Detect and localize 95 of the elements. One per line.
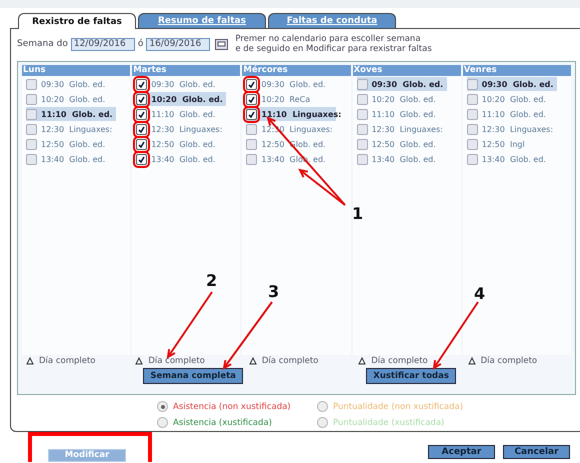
annotation-arrow [432, 301, 479, 370]
checkbox[interactable] [136, 78, 148, 90]
class-slot[interactable]: 09:30 Glob. ed. [356, 77, 447, 91]
class-slot[interactable]: 12:30 Linguaxes: [136, 122, 226, 136]
radio-label: Puntualidade (xustificada) [333, 418, 444, 428]
radio-button[interactable] [317, 401, 328, 412]
class-slot[interactable]: 12:50 Glob. ed. [356, 137, 447, 151]
checkbox[interactable] [246, 94, 258, 104]
date-field[interactable]: 12/09/2016 [70, 38, 135, 50]
callout-number: 3 [268, 282, 280, 301]
full-day-label: Día completo [39, 356, 96, 366]
checkbox[interactable] [26, 108, 37, 120]
day-header: Xoves [352, 65, 461, 76]
full-day-label: Día completo [371, 356, 428, 366]
checkbox[interactable] [356, 138, 368, 150]
date-field[interactable]: 16/09/2016 [146, 38, 210, 50]
checkbox[interactable] [356, 154, 368, 164]
checkbox[interactable] [466, 138, 478, 150]
checkbox[interactable] [466, 124, 478, 134]
action-button[interactable]: Semana completa [143, 368, 243, 384]
checkbox[interactable] [26, 78, 37, 90]
radio-label: Asistencia (xustificada) [173, 418, 272, 428]
class-slot[interactable]: 13:40 Glob. ed. [356, 152, 447, 166]
day-header: Luns [22, 65, 130, 76]
class-slot[interactable]: 10:20 Glob. ed. [136, 92, 226, 106]
checkbox[interactable] [26, 124, 37, 134]
callout-number: 2 [206, 271, 218, 290]
radio-button[interactable] [317, 417, 328, 428]
class-slot[interactable]: 11:10 Glob. ed. [356, 107, 447, 121]
triangle-icon[interactable] [468, 357, 476, 365]
class-slot[interactable]: 12:50 Glob. ed. [136, 137, 226, 151]
checkbox[interactable] [26, 138, 37, 150]
class-slot[interactable]: 11:10 Glob. ed. [26, 107, 116, 121]
class-slot[interactable]: 13:40 Glob. ed. [466, 152, 557, 166]
class-slot[interactable]: 11:10 Glob. ed. [466, 107, 557, 121]
class-slot[interactable]: 12:30 Linguaxes: [466, 122, 557, 136]
checkbox[interactable] [466, 154, 478, 164]
full-day-label: Día completo [262, 356, 318, 366]
full-day-label: Día completo [148, 356, 205, 366]
triangle-icon[interactable] [135, 357, 144, 365]
checkbox[interactable] [246, 138, 258, 150]
separator-text: ó [138, 39, 144, 49]
class-slot[interactable]: 12:30 Linguaxes: [26, 122, 116, 136]
radio-label: Puntualidade (non xustificada) [333, 402, 464, 412]
triangle-icon[interactable] [26, 357, 34, 365]
radio-button[interactable] [157, 401, 168, 412]
checkbox[interactable] [466, 108, 478, 120]
dialog-button[interactable]: Aceptar [428, 445, 495, 459]
day-header: Mércores [242, 65, 351, 76]
checkbox[interactable] [26, 154, 37, 164]
class-slot[interactable]: 13:40 Glob. ed. [26, 152, 116, 166]
checkbox[interactable] [246, 154, 258, 164]
callout-number: 1 [352, 204, 364, 223]
tab[interactable]: Faltas de conduta [268, 13, 396, 28]
class-slot[interactable]: 12:50 Ingl [466, 137, 557, 151]
class-slot[interactable]: 09:30 Glob. ed. [26, 77, 116, 91]
calendar-icon[interactable] [215, 38, 228, 50]
checkbox[interactable] [26, 94, 37, 104]
radio-label: Asistencia (non xustificada) [173, 402, 291, 412]
class-slot[interactable]: 09:30 Glob. ed. [246, 77, 336, 91]
checkbox[interactable] [136, 138, 148, 150]
checkbox[interactable] [356, 78, 368, 90]
full-day-label: Día completo [480, 356, 538, 366]
class-slot[interactable]: 10:20 Glob. ed. [356, 92, 447, 106]
radio-button[interactable] [157, 417, 168, 428]
day-header: Venres [462, 65, 571, 76]
day-header: Martes [132, 65, 240, 76]
tab[interactable]: Resumo de faltas [138, 13, 266, 28]
week-label: Semana do [17, 39, 68, 49]
class-slot[interactable]: 11:10 Glob. ed. [136, 107, 226, 121]
action-button[interactable]: Xustificar todas [366, 368, 456, 384]
tab[interactable]: Rexistro de faltas [18, 13, 136, 29]
checkbox[interactable] [136, 124, 148, 134]
class-slot[interactable]: 13:40 Glob. ed. [136, 152, 226, 166]
checkbox[interactable] [356, 108, 368, 120]
triangle-icon[interactable] [358, 357, 366, 365]
checkbox[interactable] [136, 108, 148, 120]
checkbox[interactable] [356, 124, 368, 134]
class-slot[interactable]: 09:30 Glob. ed. [136, 77, 226, 91]
dialog-button[interactable]: Cancelar [503, 445, 570, 459]
class-slot[interactable]: 10:20 Glob. ed. [26, 92, 116, 106]
checkbox[interactable] [466, 94, 478, 104]
checkbox[interactable] [466, 78, 478, 90]
checkbox[interactable] [246, 78, 258, 90]
triangle-icon[interactable] [248, 357, 257, 365]
class-slot[interactable]: 10:20 ReCa [246, 92, 336, 106]
class-slot[interactable]: 09:30 Glob. ed. [466, 77, 557, 91]
checkbox[interactable] [136, 94, 148, 104]
checkbox[interactable] [246, 124, 258, 134]
callout-number: 4 [474, 284, 486, 303]
checkbox[interactable] [356, 94, 368, 104]
instruction-text: Premer no calendario para escoller semana e de seguido en Modificar para rexistrar faltas [235, 34, 432, 54]
class-slot[interactable]: 12:50 Glob. ed. [26, 137, 116, 151]
class-slot[interactable]: 12:30 Linguaxes: [356, 122, 447, 136]
class-slot[interactable]: 10:20 Glob. ed. [466, 92, 557, 106]
